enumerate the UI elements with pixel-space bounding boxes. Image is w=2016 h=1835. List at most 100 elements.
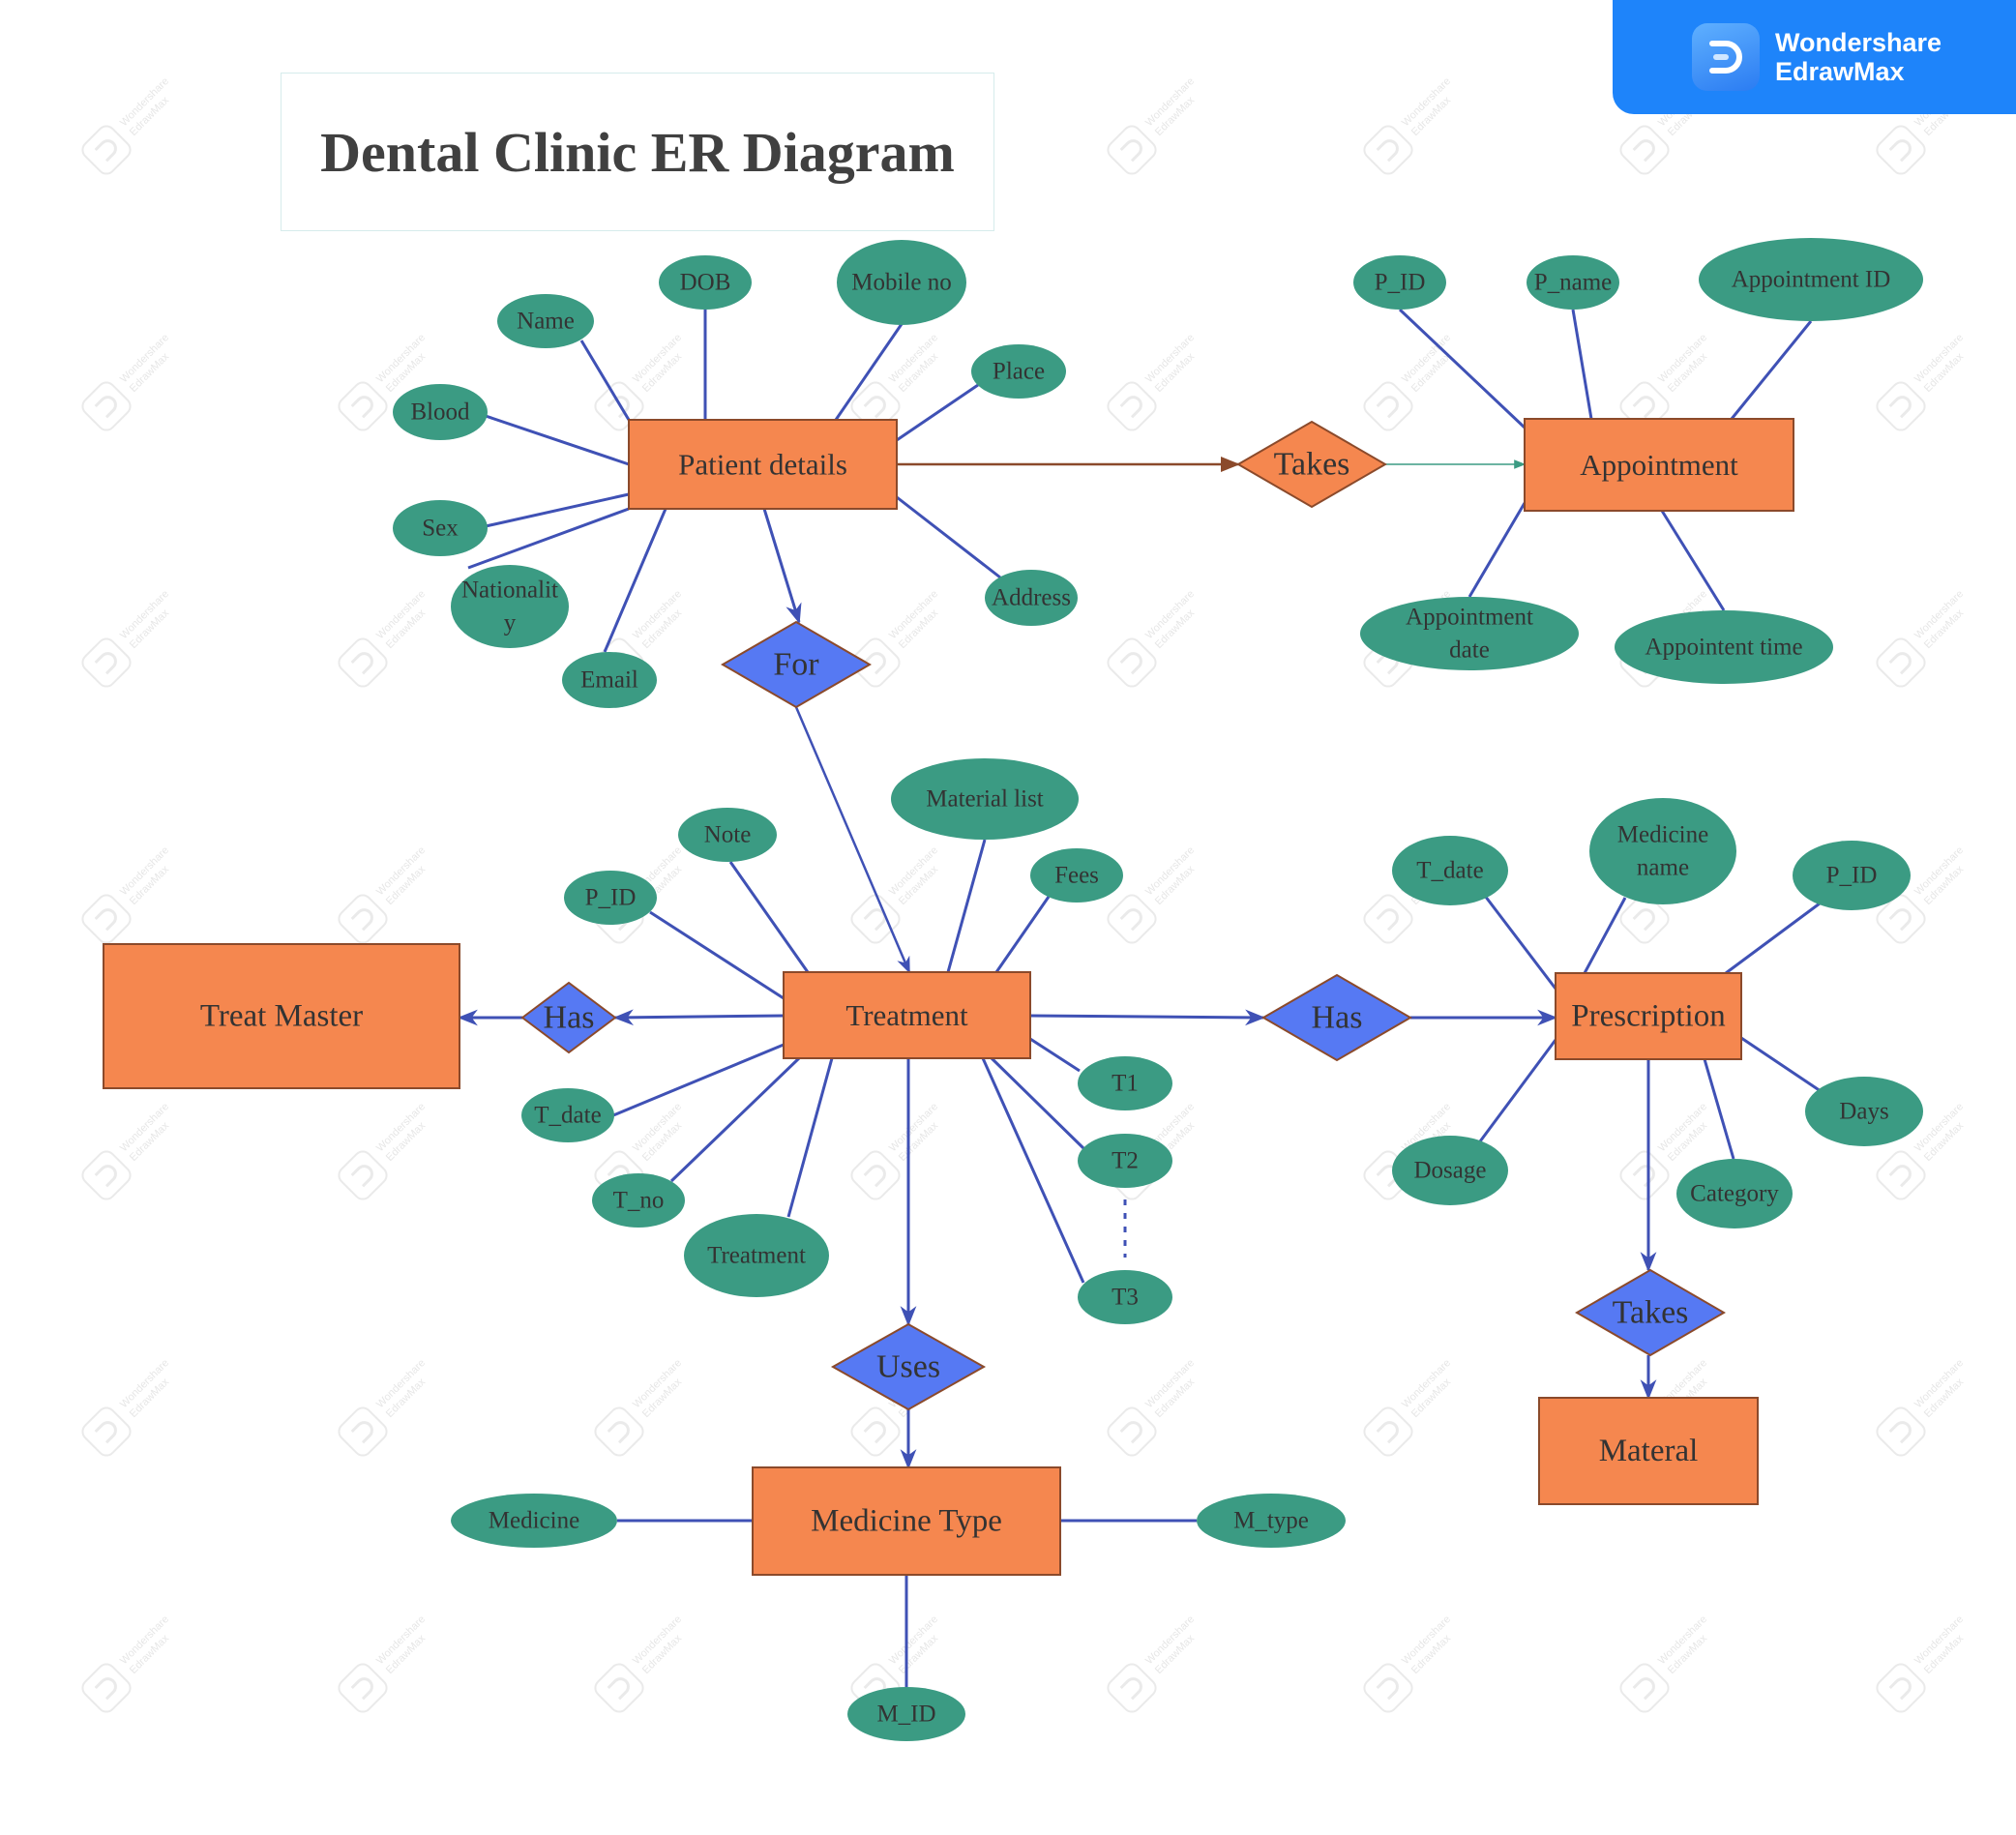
attribute-r_tdate[interactable]: T_date	[1392, 836, 1508, 905]
attribute-a_aid[interactable]: Appointment ID	[1699, 238, 1923, 321]
attribute-r_pid[interactable]: P_ID	[1793, 841, 1911, 910]
attribute-connector	[1730, 320, 1813, 420]
attribute-t_t3[interactable]: T3	[1078, 1270, 1172, 1324]
attribute-label: Material list	[926, 786, 1044, 813]
attribute-p_nat[interactable]: Nationalit y	[451, 565, 569, 648]
attribute-label: T_no	[613, 1188, 665, 1214]
watermark-icon: WondershareEdrawMax	[338, 588, 429, 688]
attribute-connector	[1583, 897, 1627, 974]
attribute-label: DOB	[680, 270, 731, 296]
attribute-t_matlist[interactable]: Material list	[891, 758, 1079, 840]
attribute-p_name[interactable]: Name	[497, 294, 594, 348]
attribute-label: M_type	[1233, 1508, 1309, 1534]
attribute-label: Place	[993, 359, 1045, 385]
attribute-p_mobile[interactable]: Mobile no	[837, 240, 966, 325]
attribute-connector	[579, 340, 631, 421]
entity-treatmaster[interactable]: Treat Master	[103, 943, 460, 1089]
attribute-connector	[786, 1057, 834, 1218]
attribute-r_medname[interactable]: Medicine name	[1589, 798, 1736, 904]
attribute-label: date	[1449, 636, 1490, 663]
attribute-label: Appointment	[1406, 605, 1533, 631]
attribute-label: name	[1637, 854, 1689, 880]
entity-prescription[interactable]: Prescription	[1555, 972, 1742, 1060]
attribute-a_time[interactable]: Appointent time	[1615, 610, 1833, 684]
watermark-icon: WondershareEdrawMax	[81, 1357, 172, 1457]
entity-material[interactable]: Materal	[1538, 1397, 1759, 1505]
watermark-icon: WondershareEdrawMax	[1876, 1613, 1967, 1713]
watermark-icon: WondershareEdrawMax	[594, 332, 685, 431]
attribute-label: Address	[992, 585, 1071, 611]
entity-label: Medicine Type	[811, 1504, 1002, 1539]
relationship-uses[interactable]: Uses	[830, 1322, 987, 1411]
attribute-t_treatment[interactable]: Treatment	[684, 1214, 829, 1297]
attribute-connector	[467, 507, 630, 570]
attribute-label: Nationalit	[461, 577, 558, 604]
attribute-p_email[interactable]: Email	[562, 652, 657, 708]
relationship-takes2[interactable]: Takes	[1575, 1268, 1726, 1357]
attribute-a_pid[interactable]: P_ID	[1353, 255, 1446, 310]
attribute-m_medicine[interactable]: Medicine	[451, 1494, 617, 1548]
relationship-label: Has	[544, 1000, 595, 1036]
attribute-label: T_date	[1416, 858, 1483, 884]
attribute-connector	[485, 492, 630, 528]
attribute-t_tdate[interactable]: T_date	[521, 1088, 614, 1142]
attribute-t_pid[interactable]: P_ID	[564, 871, 657, 925]
attribute-p_place[interactable]: Place	[971, 344, 1066, 399]
attribute-t_t1[interactable]: T1	[1078, 1056, 1172, 1110]
attribute-connector	[1571, 309, 1593, 420]
entity-label: Patient details	[678, 448, 847, 482]
attribute-connector	[946, 839, 987, 973]
attribute-p_sex[interactable]: Sex	[393, 500, 488, 556]
relationship-label: For	[773, 647, 819, 683]
watermark-icon: WondershareEdrawMax	[1107, 1357, 1198, 1457]
watermark-icon: WondershareEdrawMax	[1363, 1357, 1454, 1457]
attribute-r_dosage[interactable]: Dosage	[1392, 1136, 1508, 1205]
watermark-icon: WondershareEdrawMax	[81, 1101, 172, 1200]
attribute-connector	[1725, 902, 1821, 975]
attribute-label: P_ID	[1826, 863, 1878, 889]
attribute-p_blood[interactable]: Blood	[393, 384, 488, 440]
watermark-icon: WondershareEdrawMax	[1363, 75, 1454, 175]
attribute-r_days[interactable]: Days	[1805, 1077, 1923, 1146]
relationship-has1[interactable]: Has	[520, 981, 617, 1054]
attribute-label: T1	[1112, 1071, 1139, 1097]
attribute-a_pname[interactable]: P_name	[1527, 255, 1619, 310]
attribute-label: P_name	[1534, 270, 1613, 296]
entity-medtype[interactable]: Medicine Type	[752, 1466, 1061, 1576]
relationship-has2[interactable]: Has	[1261, 973, 1412, 1062]
attribute-t_tno[interactable]: T_no	[592, 1173, 685, 1228]
attribute-t_fees[interactable]: Fees	[1030, 848, 1123, 903]
attribute-connector	[649, 910, 785, 1000]
relationship-takes1[interactable]: Takes	[1236, 420, 1387, 509]
watermark-icon: WondershareEdrawMax	[1107, 332, 1198, 431]
attribute-connector	[1740, 1036, 1822, 1093]
watermark-icon: WondershareEdrawMax	[594, 1613, 685, 1713]
attribute-m_mid[interactable]: M_ID	[847, 1687, 965, 1741]
relationship-for[interactable]: For	[721, 620, 872, 709]
attribute-ellipse[interactable]	[1589, 798, 1736, 904]
attribute-a_date[interactable]: Appointment date	[1360, 597, 1579, 670]
attribute-label: Medicine	[489, 1508, 579, 1534]
attribute-p_dob[interactable]: DOB	[659, 255, 752, 310]
treatment-to-has2-connector	[1029, 1009, 1266, 1026]
watermark-icon: WondershareEdrawMax	[850, 844, 941, 944]
attribute-label: Email	[580, 667, 638, 694]
attribute-p_address[interactable]: Address	[985, 570, 1078, 626]
entity-patient[interactable]: Patient details	[628, 419, 898, 510]
brand-badge[interactable]: Wondershare EdrawMax	[1613, 0, 2016, 114]
entity-treatment[interactable]: Treatment	[783, 971, 1031, 1059]
attribute-t_note[interactable]: Note	[678, 808, 777, 862]
attribute-label: Appointment ID	[1732, 267, 1891, 293]
entity-label: Materal	[1599, 1434, 1699, 1468]
watermark-icon: WondershareEdrawMax	[594, 1357, 685, 1457]
entity-label: Appointment	[1580, 448, 1738, 482]
watermark-icon: WondershareEdrawMax	[1107, 844, 1198, 944]
attribute-m_mtype[interactable]: M_type	[1197, 1494, 1346, 1548]
attribute-connector	[896, 383, 979, 442]
for-to-treatment-connector	[794, 706, 911, 974]
attribute-t_t2[interactable]: T2	[1078, 1134, 1172, 1188]
entity-appointment[interactable]: Appointment	[1524, 418, 1794, 512]
page-title: Dental Clinic ER Diagram	[320, 120, 955, 184]
brand-line-2: EdrawMax	[1775, 57, 1905, 86]
attribute-r_category[interactable]: Category	[1676, 1159, 1793, 1228]
